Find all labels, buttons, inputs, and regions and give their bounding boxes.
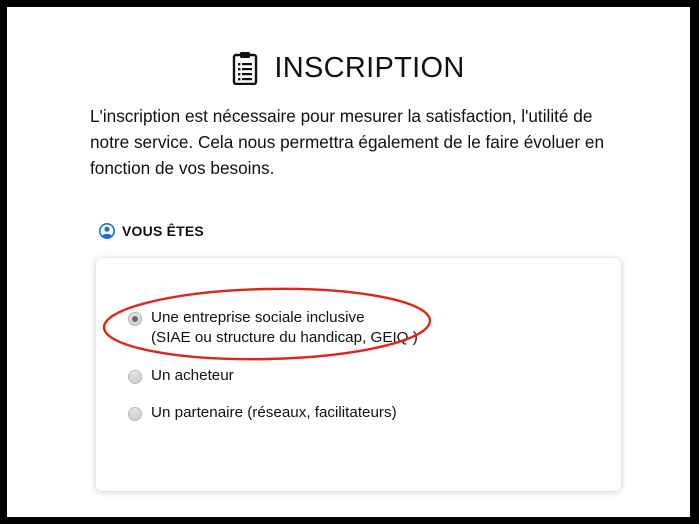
option-label-line1: Une entreprise sociale inclusive xyxy=(151,309,365,326)
option-label-line1: Un acheteur xyxy=(151,367,234,384)
radio-acheteur[interactable] xyxy=(128,370,142,384)
options-card: Une entreprise sociale inclusive (SIAE o… xyxy=(96,258,621,491)
intro-paragraph: L'inscription est nécessaire pour mesure… xyxy=(90,106,604,178)
option-label-line2: (SIAE ou structure du handicap, GEIQ ) xyxy=(151,329,418,346)
radio-partenaire[interactable] xyxy=(128,407,142,421)
option-entreprise-sociale[interactable]: Une entreprise sociale inclusive (SIAE o… xyxy=(128,308,418,348)
registration-page: INSCRIPTION L'inscription est nécessaire… xyxy=(7,7,690,517)
page-title: INSCRIPTION xyxy=(274,51,465,84)
option-label-line1: Un partenaire (réseaux, facilitateurs) xyxy=(151,404,397,421)
option-label: Une entreprise sociale inclusive (SIAE o… xyxy=(151,308,418,348)
option-partenaire[interactable]: Un partenaire (réseaux, facilitateurs) xyxy=(128,403,397,423)
clipboard-icon xyxy=(233,52,258,85)
radio-entreprise-sociale[interactable] xyxy=(128,312,142,326)
option-label: Un partenaire (réseaux, facilitateurs) xyxy=(151,403,397,423)
user-circle-icon xyxy=(99,223,115,239)
section-label-text: VOUS ÊTES xyxy=(122,223,204,239)
section-label: VOUS ÊTES xyxy=(99,223,204,239)
page-header: INSCRIPTION xyxy=(7,51,690,85)
option-label: Un acheteur xyxy=(151,366,234,386)
option-acheteur[interactable]: Un acheteur xyxy=(128,366,234,386)
